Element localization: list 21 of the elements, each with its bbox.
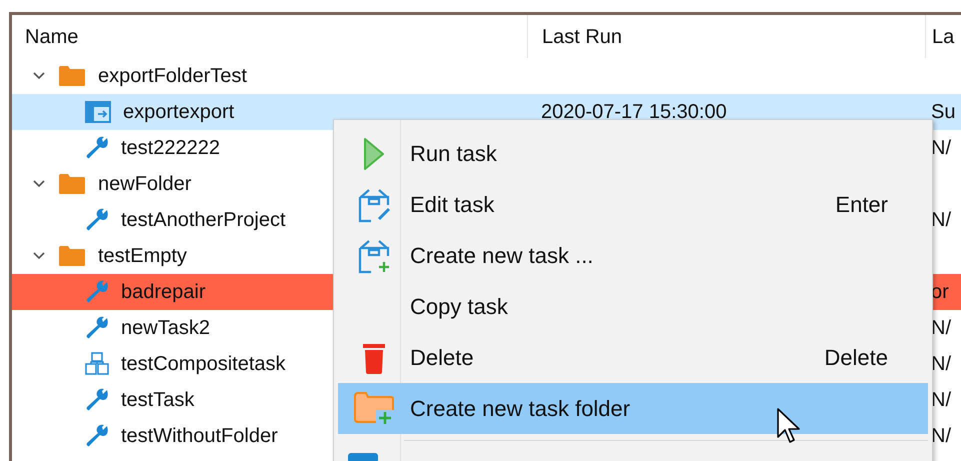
menu-item-label: Copy task — [410, 293, 508, 321]
task-name: newTask2 — [121, 316, 210, 341]
last-run-time: 2020-07-17 15:30:00 — [541, 101, 727, 123]
folder-name: exportFolderTest — [98, 64, 247, 89]
folder-name: newFolder — [98, 172, 192, 197]
table-cell: Su — [931, 101, 956, 123]
task-name: exportexport — [123, 100, 234, 125]
menu-item-label: Edit task — [410, 191, 494, 219]
task-name: badrepair — [121, 280, 206, 305]
task-name: test222222 — [121, 136, 220, 161]
folder-name: testEmpty — [98, 244, 187, 269]
task-name: testCompositetask — [121, 352, 286, 377]
menu-item-label: Create new task ... — [410, 242, 594, 270]
menu-item-label: Run task — [410, 140, 497, 168]
menu-item-label: Create new task folder — [410, 395, 630, 423]
shortcut-label: Enter — [835, 191, 888, 219]
menu-item-label: Delete — [410, 344, 474, 372]
task-name: testAnotherProject — [121, 208, 286, 233]
task-name: testTask — [121, 388, 194, 413]
task-name: testWithoutFolder — [121, 424, 278, 449]
shortcut-label: Delete — [824, 344, 888, 372]
